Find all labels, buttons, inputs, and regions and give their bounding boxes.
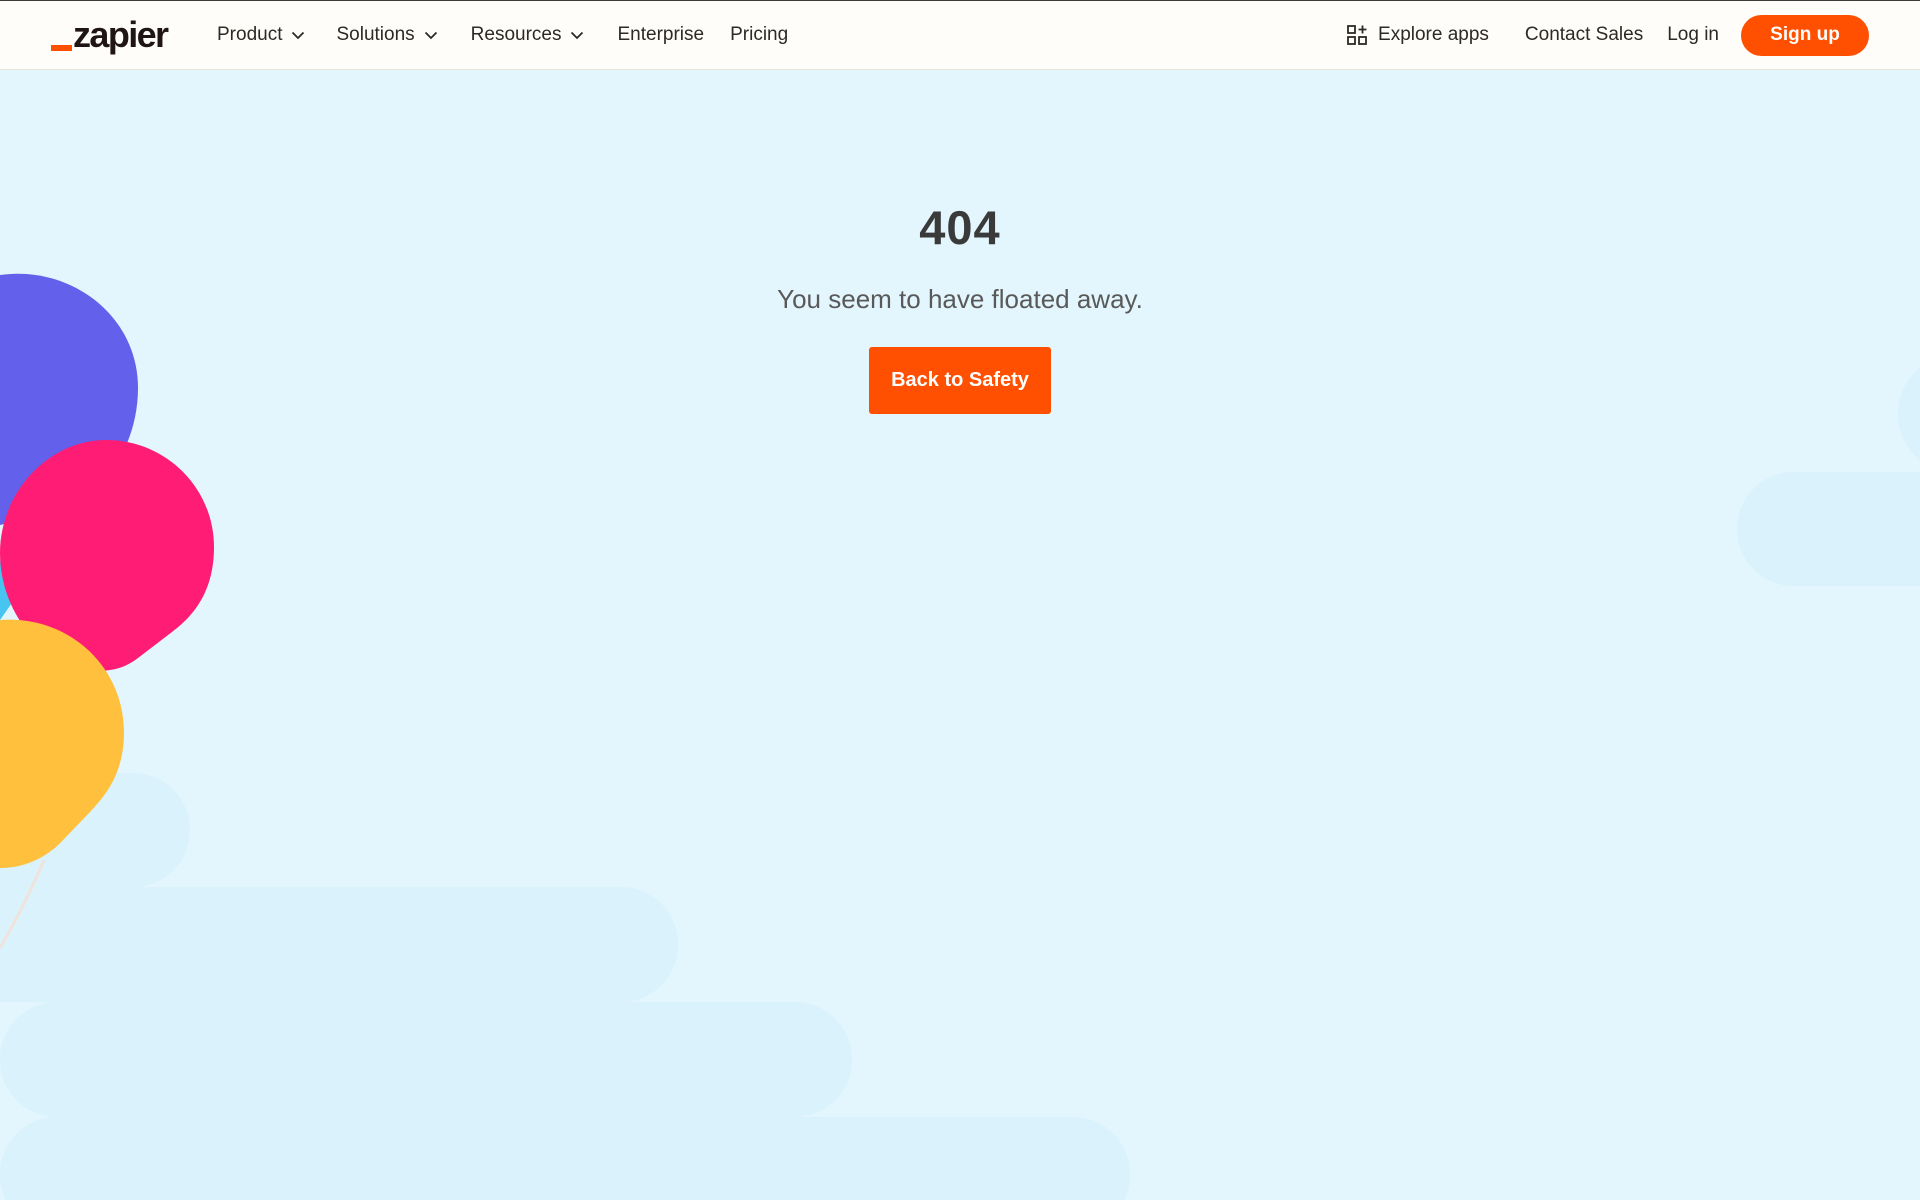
chevron-down-icon [291, 31, 305, 40]
nav-product-label: Product [217, 24, 283, 45]
explore-apps-label: Explore apps [1378, 24, 1489, 45]
nav-product[interactable]: Product [217, 24, 305, 46]
sign-up-button[interactable]: Sign up [1741, 14, 1869, 56]
logo-wordmark: zapier [73, 14, 169, 55]
error-code: 404 [919, 201, 1001, 254]
apps-grid-icon [1347, 24, 1368, 46]
zapier-logo[interactable]: zapier [51, 13, 169, 57]
header-actions: Explore apps Contact Sales Log in Sign u… [1347, 1, 1869, 69]
contact-sales-link[interactable]: Contact Sales [1525, 24, 1643, 46]
log-in-link[interactable]: Log in [1667, 24, 1719, 46]
nav-solutions-label: Solutions [336, 24, 415, 45]
nav-enterprise[interactable]: Enterprise [617, 24, 704, 46]
logo-underscore [51, 45, 72, 51]
explore-apps-link[interactable]: Explore apps [1347, 24, 1489, 46]
error-message: You seem to have floated away. [777, 284, 1143, 314]
chevron-down-icon [570, 31, 584, 40]
cloud-shape [0, 773, 1130, 1200]
site-header: zapier Product Solutions Resources Enter… [0, 0, 1920, 70]
nav-resources[interactable]: Resources [471, 24, 585, 46]
back-to-safety-button[interactable]: Back to Safety [869, 347, 1051, 414]
error-page: 404 You seem to have floated away. Back … [0, 70, 1920, 1200]
main-nav: Product Solutions Resources Enterprise P… [217, 1, 788, 69]
cloud-shape [1737, 367, 1920, 586]
nav-resources-label: Resources [470, 24, 562, 45]
chevron-down-icon [424, 31, 438, 40]
nav-pricing[interactable]: Pricing [730, 24, 788, 46]
nav-solutions[interactable]: Solutions [336, 24, 437, 46]
